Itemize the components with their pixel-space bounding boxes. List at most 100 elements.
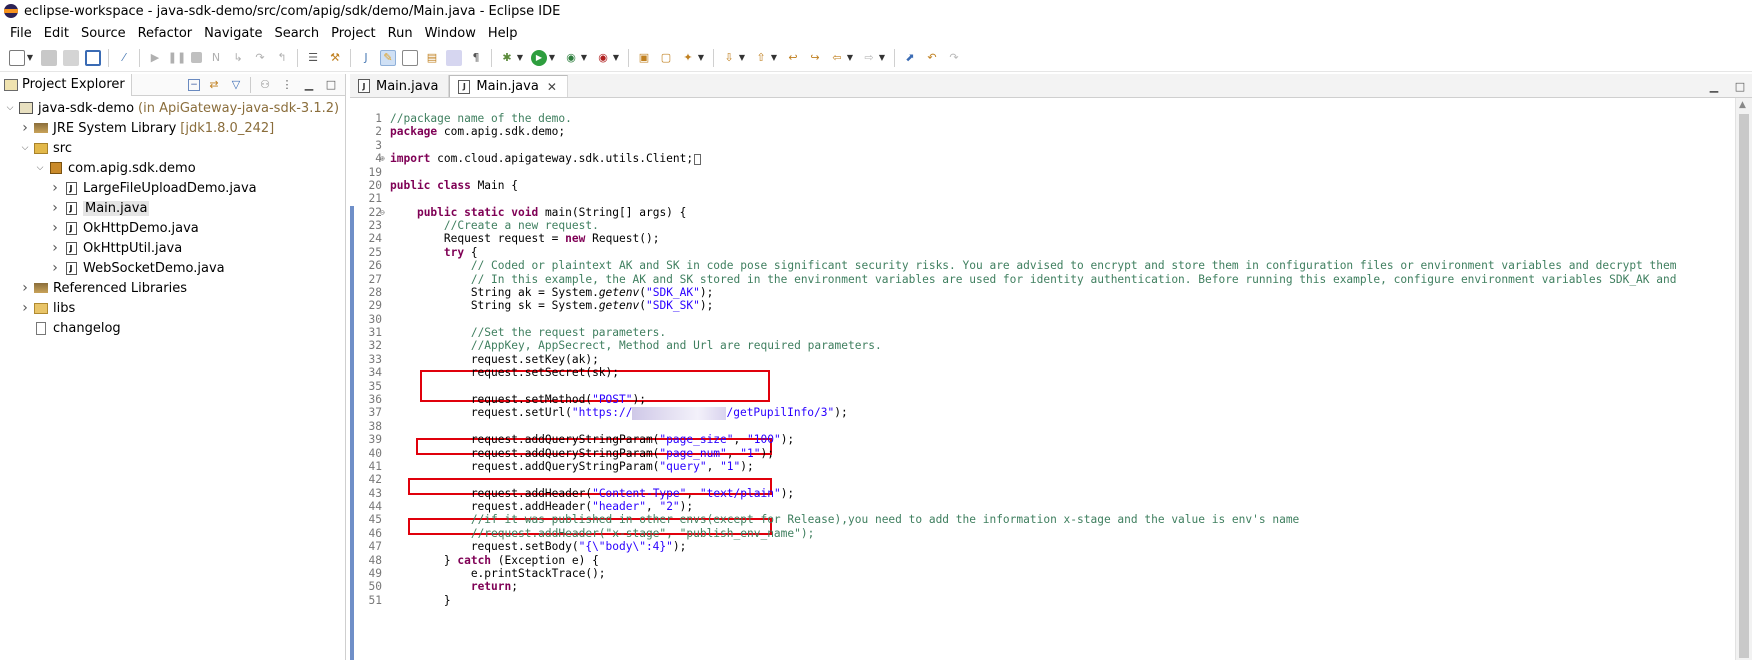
back-dropdown-icon[interactable]: ▼ [846,50,854,66]
chevron-right-icon[interactable]: › [49,260,61,276]
maximize-view-icon[interactable]: □ [323,77,339,93]
focus-on-active-task-icon[interactable]: ⚇ [257,77,273,93]
back-to-location-icon[interactable]: ↪ [807,50,823,66]
code-token: "SDK_AK" [645,285,700,299]
undo-icon[interactable]: ↶ [924,50,940,66]
editor-tab-main-java-2[interactable]: J Main.java ✕ [449,75,568,97]
search-icon[interactable]: ✦ [680,50,696,66]
menu-window[interactable]: Window [419,26,482,41]
collapse-all-icon[interactable]: − [188,78,200,91]
menu-source[interactable]: Source [75,26,132,41]
step-over-icon[interactable]: ↷ [252,50,268,66]
resume-icon[interactable]: ▶ [147,50,163,66]
step-return-icon[interactable]: ↰ [274,50,290,66]
external-tools-dropdown-icon[interactable]: ▼ [612,50,620,66]
code-editor[interactable]: 1//package name of the demo. 2 package com… [350,98,1752,660]
scroll-up-icon[interactable]: ▲ [1739,100,1746,110]
minimize-view-icon[interactable]: ▁ [301,77,317,93]
close-icon[interactable]: ✕ [547,80,557,94]
scrollbar-thumb[interactable] [1739,114,1749,658]
previous-annotation-dropdown-icon[interactable]: ▼ [770,50,778,66]
chevron-right-icon[interactable]: › [19,120,31,136]
code-token: "SDK_SK" [645,299,700,313]
chevron-right-icon[interactable]: › [49,200,61,216]
last-edit-location-icon[interactable]: ↩ [785,50,801,66]
terminate-icon[interactable] [191,52,202,63]
save-all-icon[interactable] [63,49,79,66]
menu-run[interactable]: Run [382,26,419,41]
chevron-right-icon[interactable]: › [19,300,31,316]
chevron-down-icon[interactable]: ⌵ [34,163,46,173]
tree-item[interactable]: ⌵ com.apig.sdk.demo [0,158,345,178]
menu-file[interactable]: File [4,26,38,41]
tree-item[interactable]: › J LargeFileUploadDemo.java [0,178,345,198]
back-icon[interactable]: ⇦ [829,50,845,66]
show-whitespace-icon[interactable]: ¶ [468,50,484,66]
tree-item[interactable]: › J Main.java [0,198,345,218]
editor-vertical-scrollbar[interactable]: ▲ [1735,98,1752,660]
new-java-class-icon[interactable]: ▢ [658,50,674,66]
menu-navigate[interactable]: Navigate [198,26,268,41]
run-icon[interactable]: ▶ [531,49,547,66]
chevron-right-icon[interactable]: › [19,280,31,296]
forward-icon[interactable]: ⇨ [861,50,877,66]
coverage-dropdown-icon[interactable]: ▼ [580,50,588,66]
chevron-right-icon[interactable]: › [49,180,61,196]
filter-icon[interactable]: ▽ [228,77,244,93]
chevron-right-icon[interactable]: › [49,240,61,256]
search-dropdown-icon[interactable]: ▼ [697,50,705,66]
tree-item[interactable]: ⌵ src [0,138,345,158]
view-menu-icon[interactable]: ⋮ [279,77,295,93]
debug-icon[interactable]: ✱ [499,50,515,66]
tree-item[interactable]: › J OkHttpUtil.java [0,238,345,258]
skip-breakpoints-icon[interactable]: ⁄ [116,50,132,66]
new-java-package-icon[interactable]: ▣ [636,50,652,66]
tree-item[interactable]: › J OkHttpDemo.java [0,218,345,238]
editor-tab-main-java-1[interactable]: J Main.java [350,75,450,97]
tree-item[interactable]: ⌵ java-sdk-demo (in ApiGateway-java-sdk-3.… [0,98,345,118]
toggle-mark-occurrences-icon[interactable]: ▤ [424,50,440,66]
link-with-editor-icon[interactable]: ⇄ [206,77,222,93]
minimize-editor-icon[interactable]: ▁ [1706,78,1722,94]
maximize-editor-icon[interactable]: □ [1732,78,1748,94]
toggle-block-selection-icon[interactable] [402,49,418,66]
run-dropdown-icon[interactable]: ▼ [548,50,556,66]
previous-annotation-icon[interactable]: ⇧ [753,50,769,66]
new-icon[interactable] [9,49,25,66]
terminal-icon[interactable] [85,49,101,66]
pin-editor-icon[interactable]: ⬈ [902,50,918,66]
menu-help[interactable]: Help [482,26,524,41]
next-annotation-dropdown-icon[interactable]: ▼ [738,50,746,66]
menu-edit[interactable]: Edit [38,26,75,41]
menu-project[interactable]: Project [325,26,381,41]
chevron-down-icon[interactable]: ⌵ [19,143,31,153]
chevron-right-icon[interactable]: › [49,220,61,236]
open-task-icon[interactable]: ☰ [305,50,321,66]
disconnect-icon[interactable]: N [208,50,224,66]
project-explorer-tab[interactable]: Project Explorer [0,73,132,96]
java-perspective-icon[interactable]: J [358,50,374,66]
forward-dropdown-icon[interactable]: ▼ [878,50,886,66]
tree-item[interactable]: › libs [0,298,345,318]
redo-icon[interactable]: ↷ [946,50,962,66]
menu-refactor[interactable]: Refactor [132,26,199,41]
toggle-breadcrumb-icon[interactable] [446,49,462,66]
code-token: "1" [740,446,761,460]
save-icon[interactable] [41,49,57,66]
step-into-icon[interactable]: ↳ [230,50,246,66]
open-type-icon[interactable]: ⚒ [327,50,343,66]
toggle-highlight-icon[interactable]: ✎ [380,49,396,66]
code-token: // In this example, the AK and SK stored… [470,272,1677,286]
chevron-down-icon[interactable]: ⌵ [4,103,16,113]
tree-item[interactable]: › J WebSocketDemo.java [0,258,345,278]
new-dropdown-icon[interactable]: ▼ [26,50,34,66]
debug-dropdown-icon[interactable]: ▼ [516,50,524,66]
menu-search[interactable]: Search [268,26,325,41]
tree-item[interactable]: changelog [0,318,345,338]
external-tools-icon[interactable]: ◉ [595,50,611,66]
suspend-icon[interactable]: ❚❚ [168,50,186,66]
tree-item[interactable]: › Referenced Libraries [0,278,345,298]
coverage-icon[interactable]: ◉ [563,50,579,66]
tree-item[interactable]: › JRE System Library [jdk1.8.0_242] [0,118,345,138]
next-annotation-icon[interactable]: ⇩ [721,50,737,66]
